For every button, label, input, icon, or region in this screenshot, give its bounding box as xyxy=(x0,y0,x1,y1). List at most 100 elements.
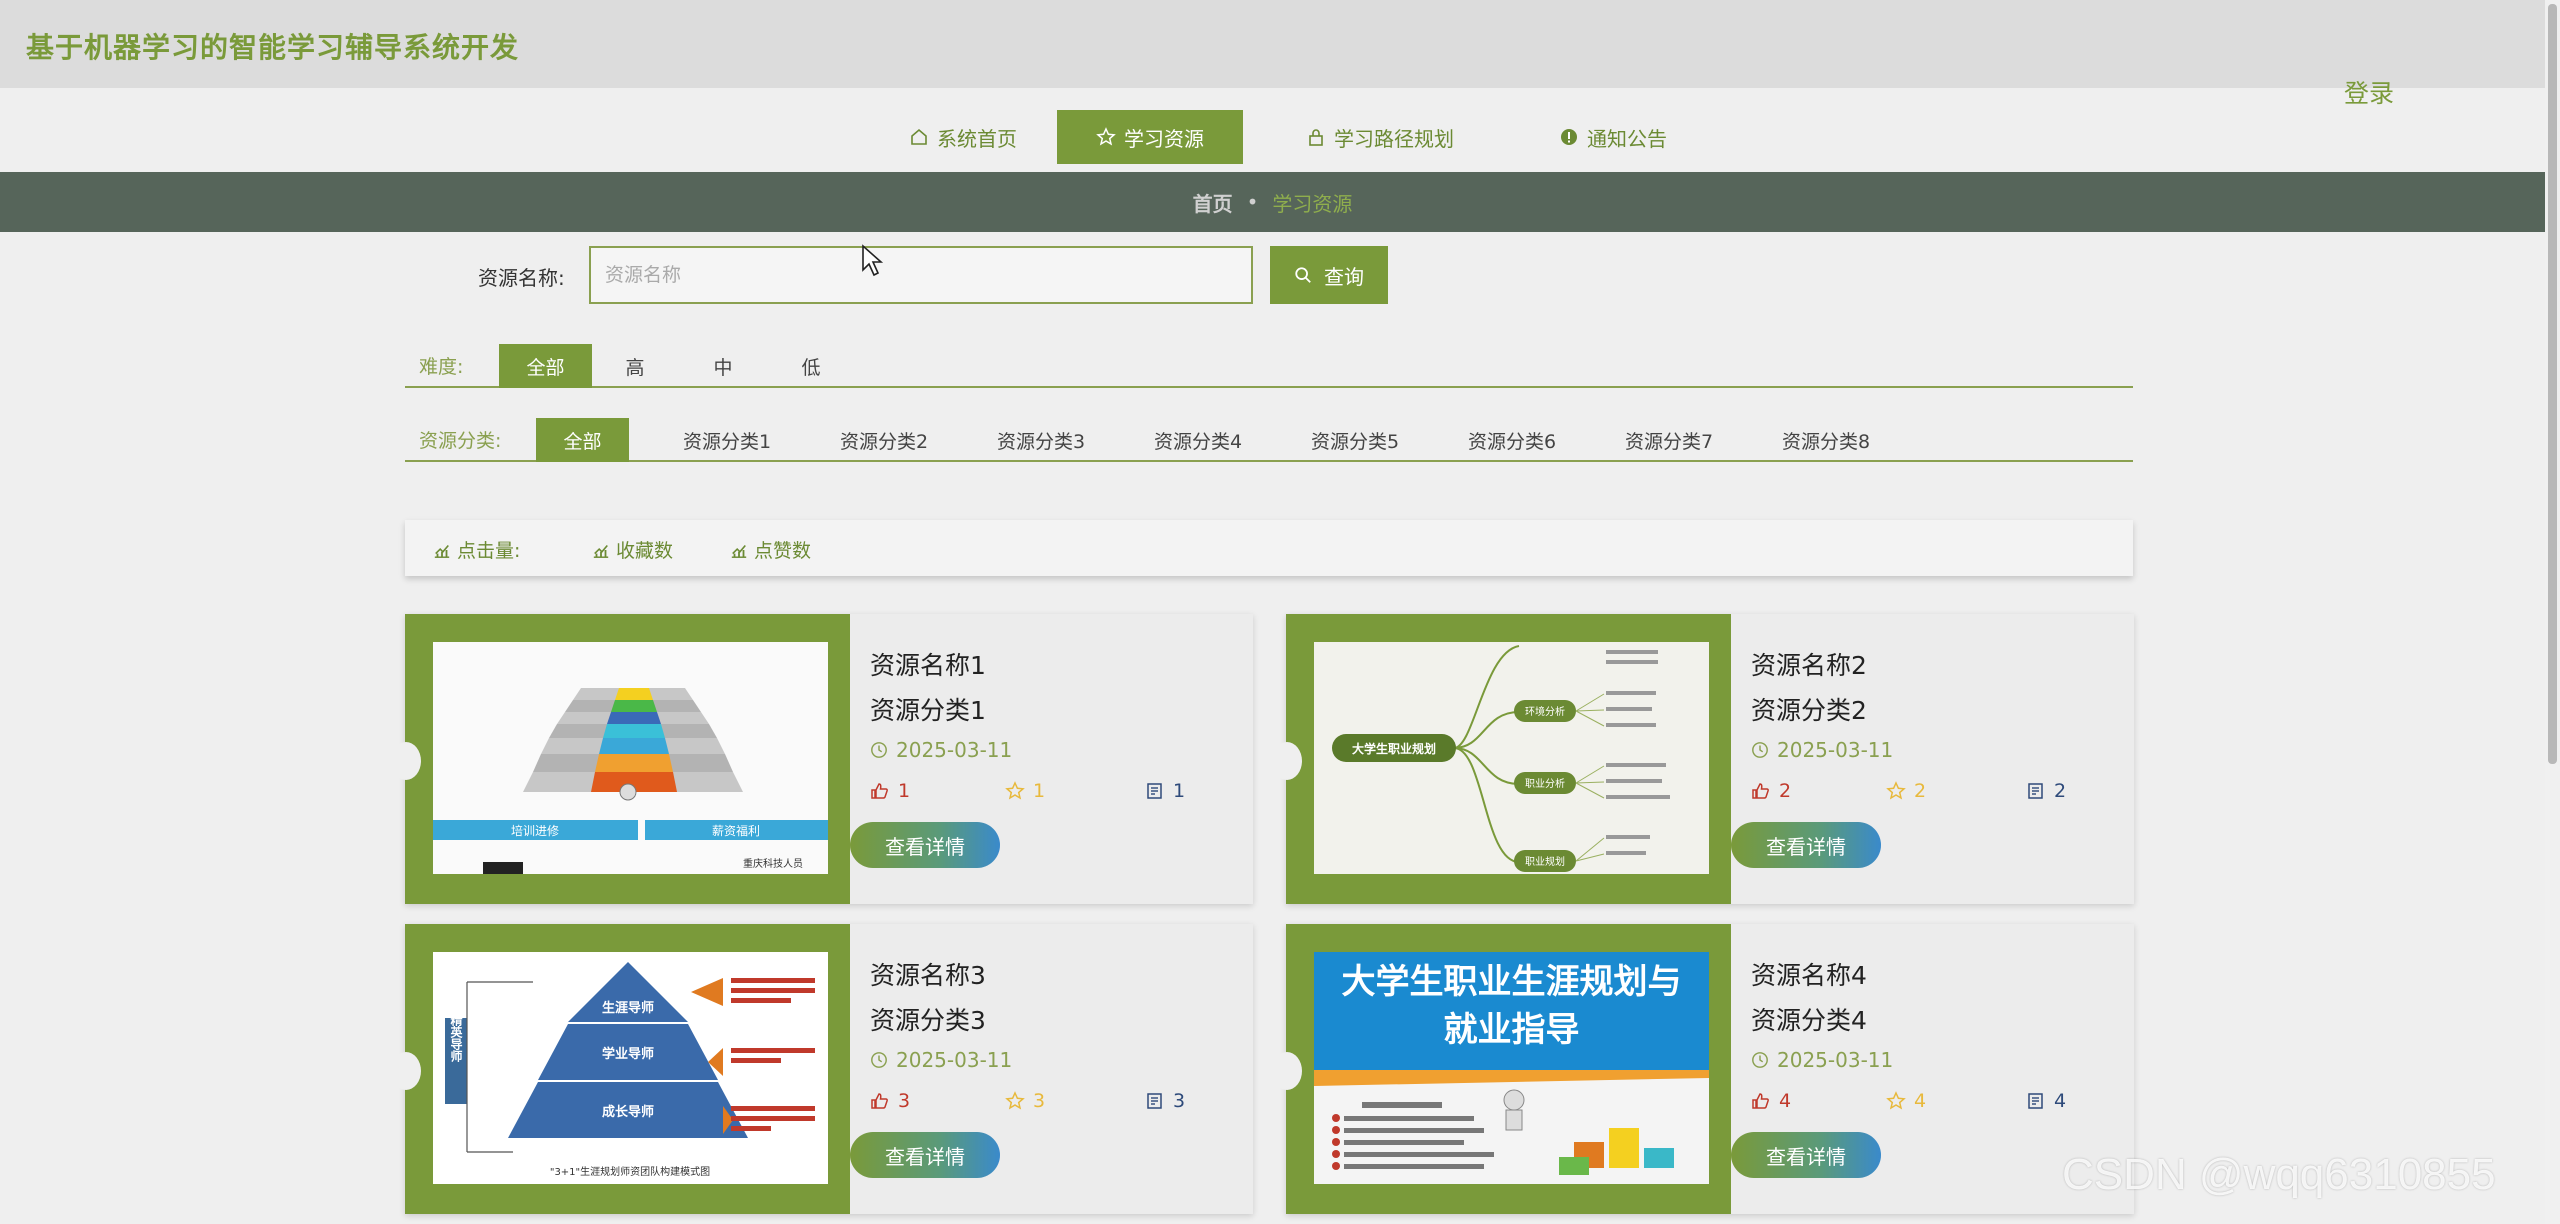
search-input[interactable] xyxy=(589,246,1253,304)
alert-circle-icon xyxy=(1561,129,1577,145)
like-count-value: 4 xyxy=(1779,1090,1792,1112)
card-thumbnail-book-cover[interactable]: 大学生职业生涯规划与就业指导 xyxy=(1314,952,1709,1184)
card-title[interactable]: 资源名称2 xyxy=(1751,646,1867,682)
card-category: 资源分类2 xyxy=(1751,696,1867,725)
nav-item-home[interactable]: 系统首页 xyxy=(870,110,1056,164)
nav-label-path-planning: 学习路径规划 xyxy=(1334,126,1454,151)
like-count[interactable]: 4 xyxy=(1751,1090,1791,1112)
favorite-count[interactable]: 4 xyxy=(1886,1090,1926,1112)
card-thumbnail-staircase[interactable]: 培训进修 薪资福利 重庆科技人员 xyxy=(433,642,828,874)
view-details-button[interactable]: 查看详情 xyxy=(1731,822,1881,868)
search-button[interactable]: 查询 xyxy=(1270,246,1388,304)
trend-chart-icon xyxy=(434,544,450,558)
breadcrumb-home[interactable]: 首页 xyxy=(1193,188,1233,217)
image-caption-sub: 重庆科技人员 xyxy=(743,857,803,870)
card-title[interactable]: 资源名称4 xyxy=(1751,956,1867,992)
resource-card[interactable]: 精英导师 生涯导师 学业导师 成长导师 "3+1"生涯规划师资团队构建模式图 资… xyxy=(391,924,1253,1214)
trend-chart-icon xyxy=(593,544,609,558)
thumbs-up-icon xyxy=(1752,1093,1769,1109)
sort-favorites-label: 收藏数 xyxy=(616,540,674,562)
thumbs-up-icon xyxy=(871,1093,888,1109)
category-option-2[interactable]: 资源分类2 xyxy=(814,418,954,462)
card-date: 2025-03-11 xyxy=(1751,738,1893,762)
watermark: CSDN @wqq6310855 xyxy=(2062,1150,2496,1199)
difficulty-option-high[interactable]: 高 xyxy=(605,344,665,388)
lock-icon xyxy=(1309,129,1323,146)
image-pyramid-bottom: 成长导师 xyxy=(602,1104,654,1120)
sort-by-clicks[interactable]: 点击量: xyxy=(433,536,520,563)
favorite-count[interactable]: 3 xyxy=(1005,1090,1045,1112)
star-icon xyxy=(1096,127,1116,146)
category-option-3[interactable]: 资源分类3 xyxy=(971,418,1111,462)
card-date-text: 2025-03-11 xyxy=(896,1048,1013,1072)
resource-card[interactable]: 大学生职业生涯规划与就业指导 资源名称4 资源分类4 2025-03-11 4 … xyxy=(1272,924,2134,1214)
card-category: 资源分类4 xyxy=(1751,1006,1867,1035)
favorite-count-value: 1 xyxy=(1033,780,1046,802)
like-count[interactable]: 3 xyxy=(870,1090,910,1112)
image-caption: "3+1"生涯规划师资团队构建模式图 xyxy=(550,1165,710,1178)
view-details-button[interactable]: 查看详情 xyxy=(1731,1132,1881,1178)
card-title[interactable]: 资源名称1 xyxy=(870,646,986,682)
resource-card[interactable]: 培训进修 薪资福利 重庆科技人员 资源名称1 资源分类1 2025-03-11 … xyxy=(391,614,1253,904)
clock-icon xyxy=(871,742,887,758)
image-pyramid-middle: 学业导师 xyxy=(602,1046,654,1062)
thumbs-up-icon xyxy=(871,783,888,799)
favorite-count[interactable]: 1 xyxy=(1005,780,1045,802)
category-option-6[interactable]: 资源分类6 xyxy=(1442,418,1582,462)
nav-item-resources[interactable]: 学习资源 xyxy=(1057,110,1243,164)
view-details-button[interactable]: 查看详情 xyxy=(850,822,1000,868)
card-image-frame: 大学生职业生涯规划与就业指导 xyxy=(1272,924,1731,1214)
view-details-button[interactable]: 查看详情 xyxy=(850,1132,1000,1178)
favorite-count[interactable]: 2 xyxy=(1886,780,1926,802)
sort-bar: 点击量: 收藏数 点赞数 xyxy=(405,520,2133,576)
category-option-4[interactable]: 资源分类4 xyxy=(1128,418,1268,462)
difficulty-option-medium[interactable]: 中 xyxy=(693,344,753,388)
card-category: 资源分类3 xyxy=(870,1006,986,1035)
nav-item-path-planning[interactable]: 学习路径规划 xyxy=(1270,110,1490,164)
main-nav: 系统首页 学习资源 学习路径规划 通知公告 xyxy=(0,88,2545,172)
thumbs-up-icon xyxy=(1752,783,1769,799)
difficulty-filter: 难度: 全部 高 中 低 xyxy=(405,340,2133,388)
view-count: 2 xyxy=(2026,780,2066,802)
category-option-8[interactable]: 资源分类8 xyxy=(1756,418,1896,462)
like-count[interactable]: 1 xyxy=(870,780,910,802)
scrollbar-thumb[interactable] xyxy=(2548,4,2557,764)
image-mindmap-node: 职业分析 xyxy=(1525,777,1565,790)
page-scrollbar[interactable] xyxy=(2545,0,2560,1224)
sort-likes-label: 点赞数 xyxy=(754,540,812,562)
nav-label-resources: 学习资源 xyxy=(1124,126,1204,151)
like-count-value: 2 xyxy=(1779,780,1792,802)
sort-by-likes[interactable]: 点赞数 xyxy=(730,536,811,563)
card-date: 2025-03-11 xyxy=(1751,1048,1893,1072)
like-count-value: 1 xyxy=(898,780,911,802)
difficulty-label: 难度: xyxy=(419,356,464,378)
document-icon xyxy=(2028,1093,2043,1109)
category-option-7[interactable]: 资源分类7 xyxy=(1599,418,1739,462)
like-count[interactable]: 2 xyxy=(1751,780,1791,802)
clock-icon xyxy=(1752,742,1768,758)
difficulty-option-low[interactable]: 低 xyxy=(781,344,841,388)
category-option-5[interactable]: 资源分类5 xyxy=(1285,418,1425,462)
difficulty-option-all[interactable]: 全部 xyxy=(499,344,592,388)
category-option-all[interactable]: 全部 xyxy=(536,418,629,462)
resource-card[interactable]: 大学生职业规划 环境分析 职业分析 职业规划 资源名称2 资源分类2 2025-… xyxy=(1272,614,2134,904)
card-date-text: 2025-03-11 xyxy=(896,738,1013,762)
nav-item-notice[interactable]: 通知公告 xyxy=(1520,110,1706,164)
image-caption-left: 培训进修 xyxy=(511,823,559,838)
login-link[interactable]: 登录 xyxy=(2344,74,2394,110)
view-count: 3 xyxy=(1145,1090,1185,1112)
document-icon xyxy=(2028,783,2043,799)
sort-by-favorites[interactable]: 收藏数 xyxy=(592,536,673,563)
category-label: 资源分类: xyxy=(419,430,502,452)
document-icon xyxy=(1147,1093,1162,1109)
card-title[interactable]: 资源名称3 xyxy=(870,956,986,992)
top-bar: 基于机器学习的智能学习辅导系统开发 xyxy=(0,0,2545,88)
app-title: 基于机器学习的智能学习辅导系统开发 xyxy=(26,31,520,64)
card-notch xyxy=(1272,1052,1302,1090)
card-thumbnail-pyramid[interactable]: 精英导师 生涯导师 学业导师 成长导师 "3+1"生涯规划师资团队构建模式图 xyxy=(433,952,828,1184)
card-category: 资源分类1 xyxy=(870,696,986,725)
card-thumbnail-mindmap[interactable]: 大学生职业规划 环境分析 职业分析 职业规划 xyxy=(1314,642,1709,874)
clock-icon xyxy=(871,1052,887,1068)
category-option-1[interactable]: 资源分类1 xyxy=(657,418,797,462)
view-count-value: 1 xyxy=(1173,780,1186,802)
